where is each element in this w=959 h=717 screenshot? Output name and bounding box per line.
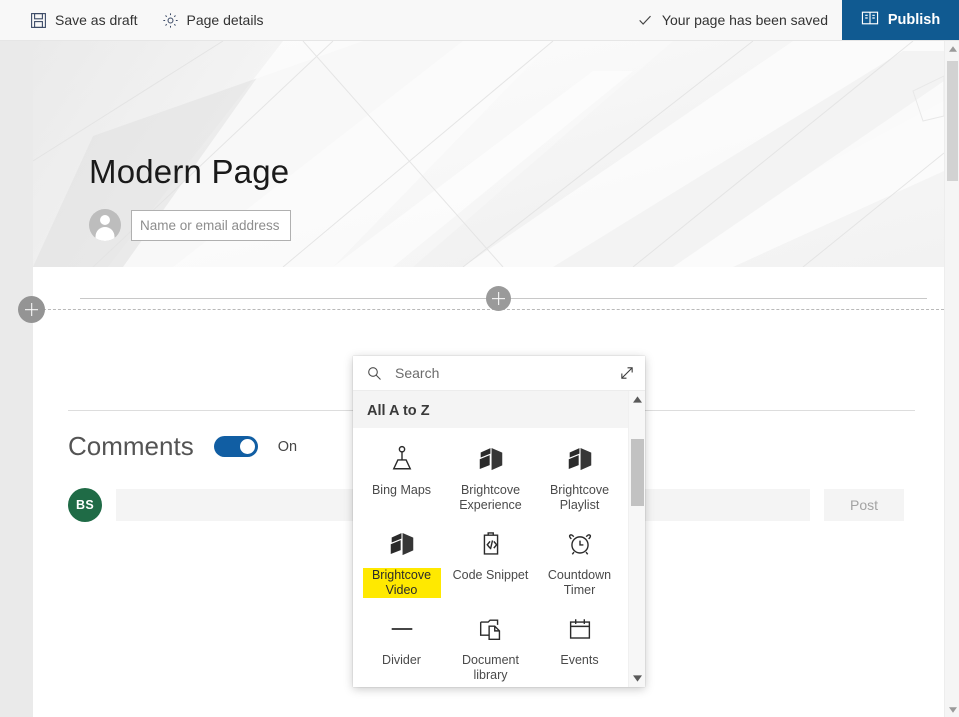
page-title[interactable]: Modern Page	[89, 153, 289, 191]
plus-icon[interactable]	[486, 286, 511, 311]
command-bar-right-group: Your page has been saved Publish	[623, 0, 959, 40]
webpart-list-scroll-area: All A to Z Bing Maps	[353, 391, 628, 687]
save-status-message: Your page has been saved	[623, 0, 842, 40]
comments-toggle-label: On	[278, 439, 297, 455]
webpart-tile-countdown-timer[interactable]: Countdown Timer	[535, 517, 624, 602]
cube-icon	[387, 526, 417, 562]
webpart-picker-body: All A to Z Bing Maps	[353, 391, 645, 687]
scroll-down-arrow-icon[interactable]	[629, 670, 645, 687]
page-scroll-down-arrow-icon[interactable]	[945, 702, 959, 717]
scroll-up-arrow-icon[interactable]	[629, 391, 645, 408]
webpart-list-scrollbar[interactable]	[628, 391, 645, 687]
toggle-knob-icon	[240, 439, 255, 454]
webpart-tile-label: Bing Maps	[372, 483, 431, 498]
document-library-icon	[476, 611, 506, 647]
webpart-tile-grid: Bing Maps Brightcove Experience	[353, 428, 628, 687]
webpart-tile-label: Brightcove Experience	[452, 483, 530, 513]
hero-banner[interactable]: Modern Page	[33, 41, 944, 267]
cube-icon	[476, 441, 506, 477]
page-author-area	[89, 209, 291, 241]
comments-toggle[interactable]	[214, 436, 258, 457]
webpart-tile-label: Brightcove Playlist	[541, 483, 619, 513]
add-webpart-button[interactable]	[486, 286, 511, 311]
webpart-tile-events[interactable]: Events	[535, 602, 624, 687]
expand-diagonal-icon[interactable]	[619, 365, 635, 381]
webpart-tile-document-library[interactable]: Document library	[446, 602, 535, 687]
page-details-button[interactable]: Page details	[150, 0, 276, 40]
webpart-tile-label: Events	[560, 653, 598, 668]
webpart-tile-bing-maps[interactable]: Bing Maps	[357, 432, 446, 517]
gear-icon	[162, 12, 179, 29]
page-scrollbar-thumb[interactable]	[947, 61, 958, 181]
add-section-button[interactable]	[18, 296, 45, 323]
webpart-search-input[interactable]	[393, 364, 619, 382]
code-clipboard-icon	[476, 526, 506, 562]
divider-line-icon	[387, 611, 417, 647]
publish-icon	[861, 10, 879, 30]
save-as-draft-button[interactable]: Save as draft	[18, 0, 150, 40]
webpart-tile-label: Countdown Timer	[541, 568, 619, 598]
alarm-clock-icon	[565, 526, 595, 562]
webpart-tile-label: Brightcove Video	[363, 568, 441, 598]
save-icon	[30, 12, 47, 29]
page-scroll-up-arrow-icon[interactable]	[945, 41, 959, 56]
scrollbar-thumb[interactable]	[631, 439, 644, 506]
post-comment-button[interactable]: Post	[824, 489, 904, 521]
webpart-picker-dialog: All A to Z Bing Maps	[353, 356, 645, 687]
webpart-tile-code-snippet[interactable]: Code Snippet	[446, 517, 535, 602]
page-details-label: Page details	[187, 12, 264, 28]
publish-button[interactable]: Publish	[842, 0, 959, 40]
plus-icon[interactable]	[18, 296, 45, 323]
command-bar-left-group: Save as draft Page details	[0, 0, 276, 40]
calendar-icon	[565, 611, 595, 647]
publish-label: Publish	[888, 12, 940, 28]
map-pin-icon	[387, 441, 417, 477]
page-scrollbar[interactable]	[944, 41, 959, 717]
save-as-draft-label: Save as draft	[55, 12, 138, 28]
webpart-tile-label: Code Snippet	[453, 568, 529, 583]
checkmark-icon	[637, 12, 653, 28]
webpart-tile-label: Document library	[452, 653, 530, 683]
webpart-search-bar	[353, 356, 645, 391]
webpart-tile-divider[interactable]: Divider	[357, 602, 446, 687]
save-status-label: Your page has been saved	[662, 12, 828, 28]
command-bar: Save as draft Page details Your page has…	[0, 0, 959, 41]
webpart-tile-brightcove-experience[interactable]: Brightcove Experience	[446, 432, 535, 517]
page-canvas: Modern Page Comments On BS Post	[0, 41, 959, 717]
cube-icon	[565, 441, 595, 477]
search-icon	[367, 366, 382, 381]
webpart-section-header: All A to Z	[353, 391, 628, 428]
webpart-tile-label: Divider	[382, 653, 421, 668]
webpart-tile-brightcove-playlist[interactable]: Brightcove Playlist	[535, 432, 624, 517]
current-user-avatar: BS	[68, 488, 102, 522]
webpart-tile-brightcove-video[interactable]: Brightcove Video	[357, 517, 446, 602]
author-name-input[interactable]	[131, 210, 291, 241]
author-avatar-icon	[89, 209, 121, 241]
comments-title: Comments	[68, 431, 194, 462]
comments-header: Comments On	[68, 431, 297, 462]
left-gutter	[0, 41, 33, 717]
